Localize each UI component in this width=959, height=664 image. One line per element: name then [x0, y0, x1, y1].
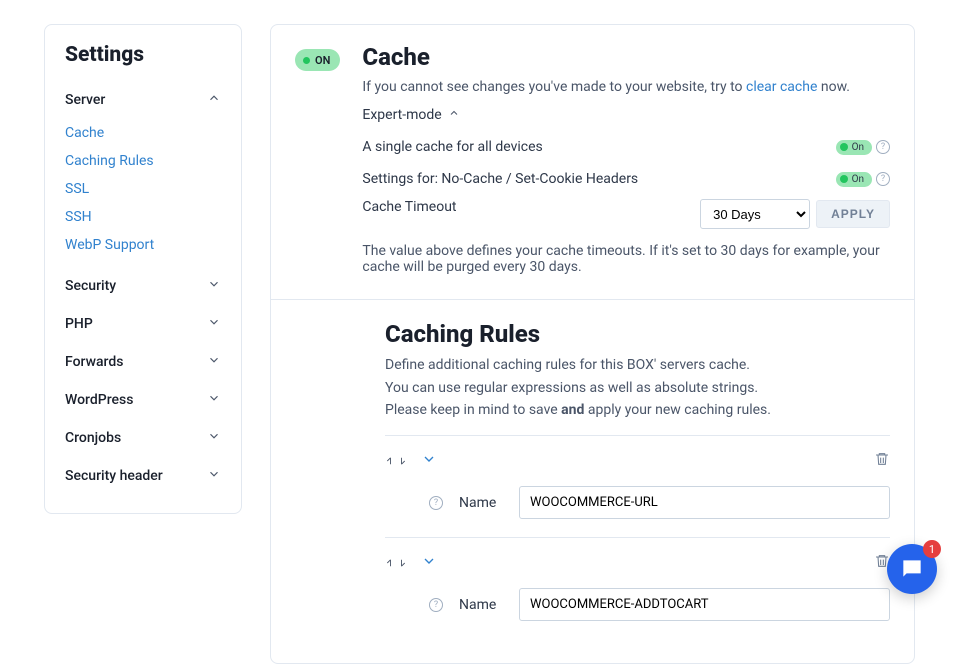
help-icon[interactable]: ?: [876, 140, 890, 154]
sort-handle[interactable]: [385, 556, 407, 570]
nocache-label: Settings for: No-Cache / Set-Cookie Head…: [362, 171, 638, 187]
chat-icon: [899, 556, 925, 582]
nav-header-security-header[interactable]: Security header: [65, 457, 221, 495]
cache-timeout-select[interactable]: 30 Days: [700, 199, 810, 229]
toggle-knob-icon: [840, 175, 848, 183]
rule-name-input[interactable]: [519, 486, 890, 519]
status-text: ON: [315, 54, 330, 67]
cache-desc: If you cannot see changes you've made to…: [362, 77, 890, 97]
rule-name-label: Name: [459, 597, 503, 613]
rule-name-input[interactable]: [519, 588, 890, 621]
single-cache-toggle[interactable]: On: [836, 140, 872, 155]
nav-header-wordpress[interactable]: WordPress: [65, 381, 221, 419]
sidebar-title: Settings: [65, 43, 221, 67]
toggle-knob-icon: [840, 143, 848, 151]
help-icon[interactable]: ?: [429, 496, 443, 510]
delete-rule-button[interactable]: [874, 450, 890, 472]
rule-block: ? Name: [385, 537, 890, 621]
chevron-down-icon: [207, 467, 221, 485]
nocache-toggle[interactable]: On: [836, 172, 872, 187]
chevron-up-icon: [207, 91, 221, 109]
single-cache-label: A single cache for all devices: [362, 139, 542, 155]
nav-header-label: PHP: [65, 316, 93, 332]
nav-header-forwards[interactable]: Forwards: [65, 343, 221, 381]
chevron-down-icon: [207, 315, 221, 333]
sort-handle[interactable]: [385, 454, 407, 468]
clear-cache-link[interactable]: clear cache: [746, 79, 817, 95]
rule-block: ? Name: [385, 435, 890, 519]
nav-header-php[interactable]: PHP: [65, 305, 221, 343]
expand-rule-button[interactable]: [421, 553, 437, 573]
chevron-down-icon: [207, 391, 221, 409]
status-dot-icon: [303, 57, 310, 64]
rules-desc: Define additional caching rules for this…: [385, 354, 890, 421]
rules-title: Caching Rules: [385, 320, 890, 348]
chevron-down-icon: [207, 353, 221, 371]
sidebar-item-ssl[interactable]: SSL: [65, 175, 221, 203]
expert-mode-label: Expert-mode: [362, 107, 441, 123]
cache-title: Cache: [362, 43, 890, 71]
expert-mode-toggle[interactable]: Expert-mode: [362, 107, 459, 123]
chevron-down-icon: [207, 277, 221, 295]
nav-header-security[interactable]: Security: [65, 267, 221, 305]
chat-badge: 1: [923, 540, 941, 558]
nav-header-label: Forwards: [65, 354, 123, 370]
nav-header-label: WordPress: [65, 392, 133, 408]
chevron-up-icon: [448, 107, 460, 123]
apply-button[interactable]: APPLY: [816, 200, 890, 228]
help-icon[interactable]: ?: [876, 172, 890, 186]
chat-widget-button[interactable]: 1: [887, 544, 937, 594]
cache-status-pill: ON: [295, 49, 340, 71]
sidebar-item-ssh[interactable]: SSH: [65, 203, 221, 231]
nav-section-server: Server Cache Caching Rules SSL SSH WebP …: [65, 81, 221, 259]
nav-header-label: Server: [65, 92, 105, 108]
cache-timeout-label: Cache Timeout: [362, 199, 456, 215]
sidebar-item-caching-rules[interactable]: Caching Rules: [65, 147, 221, 175]
help-icon[interactable]: ?: [429, 598, 443, 612]
sidebar-item-cache[interactable]: Cache: [65, 119, 221, 147]
expand-rule-button[interactable]: [421, 451, 437, 471]
divider: [271, 299, 914, 300]
rule-name-label: Name: [459, 495, 503, 511]
nav-header-server[interactable]: Server: [65, 81, 221, 119]
nav-header-label: Cronjobs: [65, 430, 121, 446]
main-panel: ON Cache If you cannot see changes you'v…: [270, 24, 915, 664]
chevron-down-icon: [207, 429, 221, 447]
timeout-desc: The value above defines your cache timeo…: [362, 243, 890, 275]
sidebar-item-webp[interactable]: WebP Support: [65, 231, 221, 259]
settings-sidebar: Settings Server Cache Caching Rules SSL …: [44, 24, 242, 514]
nav-header-label: Security: [65, 278, 116, 294]
nav-header-label: Security header: [65, 468, 163, 484]
nav-header-cronjobs[interactable]: Cronjobs: [65, 419, 221, 457]
